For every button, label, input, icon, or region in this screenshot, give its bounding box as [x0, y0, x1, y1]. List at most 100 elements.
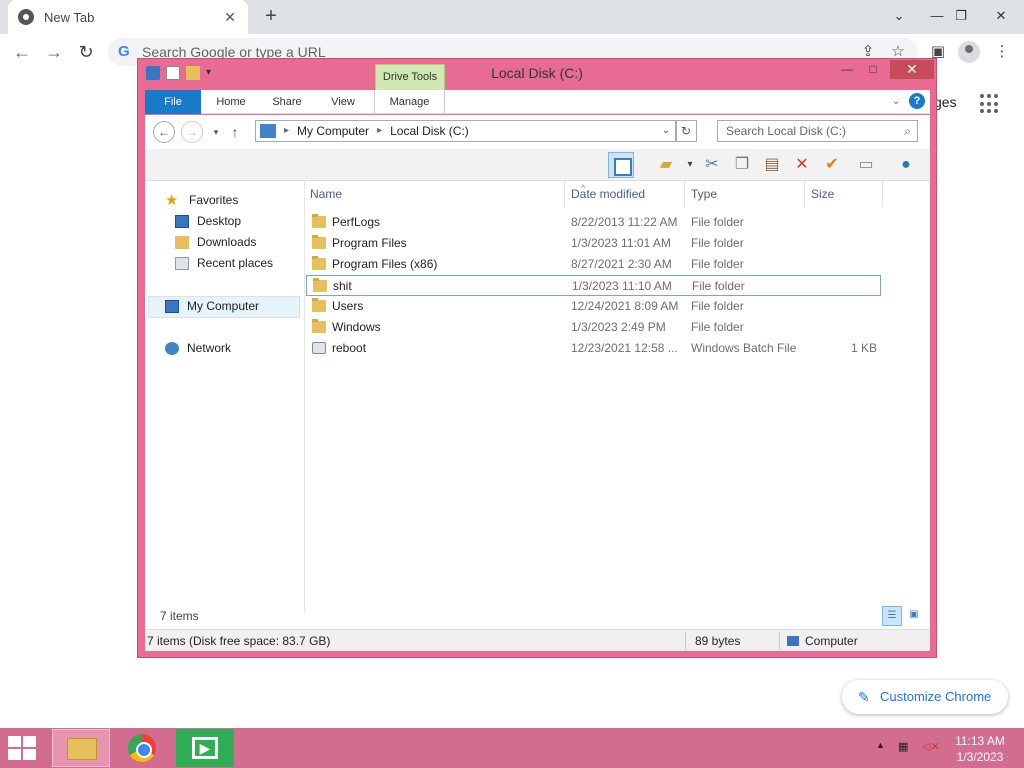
large-icons-view-icon[interactable]: ▣: [904, 606, 924, 626]
status-location-label: Computer: [805, 634, 858, 648]
file-row-reboot[interactable]: reboot 12/23/2021 12:58 ... Windows Batc…: [306, 338, 881, 359]
ntp-images-link[interactable]: ges: [934, 94, 957, 110]
nav-item-favorites[interactable]: ★ Favorites: [165, 191, 238, 209]
nav-label: Recent places: [197, 256, 274, 270]
tab-search-chevron-icon[interactable]: ⌄: [882, 2, 916, 30]
preview-pane-icon[interactable]: [608, 152, 634, 178]
search-input[interactable]: Search Local Disk (C:) ⌕: [717, 120, 918, 142]
cut-scissors-icon[interactable]: ✂: [699, 152, 725, 178]
expand-ribbon-chevron-icon[interactable]: ⌄: [889, 93, 903, 111]
tab-title: New Tab: [44, 9, 95, 25]
help-icon[interactable]: ?: [909, 93, 925, 109]
taskbar-file-explorer[interactable]: [52, 729, 110, 767]
reload-icon[interactable]: ↻: [74, 40, 98, 64]
up-arrow-icon[interactable]: ↑: [227, 123, 243, 141]
network-tray-icon[interactable]: ▦: [898, 740, 908, 753]
new-folder-icon[interactable]: [186, 66, 200, 80]
tab-home[interactable]: Home: [207, 90, 255, 114]
properties-icon[interactable]: [166, 66, 180, 80]
ribbon-tabs: File Home Share View Manage ⌄ ?: [145, 90, 930, 114]
computer-icon: [260, 124, 276, 138]
navigation-pane: ★ Favorites Desktop Downloads Recent pla…: [145, 181, 305, 613]
column-header-type[interactable]: Type: [687, 181, 805, 207]
tab-view[interactable]: View: [319, 90, 367, 114]
address-dropdown-icon[interactable]: ⌄: [658, 121, 674, 141]
file-name: Windows: [332, 320, 381, 334]
tray-expand-icon[interactable]: ▲: [876, 740, 885, 750]
breadcrumb-separator-icon[interactable]: ▸: [284, 121, 289, 141]
explorer-maximize-button[interactable]: □: [860, 62, 886, 80]
file-row-windows[interactable]: Windows 1/3/2023 2:49 PM File folder: [306, 317, 881, 338]
forward-button[interactable]: →: [181, 121, 203, 143]
windows-start-icon[interactable]: [8, 736, 38, 760]
nav-item-network[interactable]: Network: [165, 339, 231, 357]
customize-chrome-button[interactable]: ✎ Customize Chrome: [842, 680, 1008, 714]
file-name: PerfLogs: [332, 215, 381, 229]
nav-item-my-computer[interactable]: My Computer: [165, 297, 259, 315]
chrome-tab-new-tab[interactable]: New Tab ✕: [8, 0, 248, 34]
nav-label: Desktop: [197, 214, 242, 228]
globe-icon[interactable]: ●: [893, 152, 919, 178]
properties-folder-icon[interactable]: ▰: [653, 152, 679, 178]
browser-restore-button[interactable]: ❐: [944, 2, 978, 30]
desktop-icon: [175, 214, 189, 228]
forward-arrow-icon[interactable]: →: [42, 40, 66, 64]
back-button[interactable]: ←: [153, 121, 175, 143]
tab-close-icon[interactable]: ✕: [222, 9, 238, 26]
refresh-button[interactable]: ↻: [675, 120, 697, 142]
details-view-icon[interactable]: ☰: [882, 606, 902, 626]
file-size: 1 KB: [850, 341, 877, 355]
tab-share[interactable]: Share: [263, 90, 311, 114]
chrome-tab-strip: New Tab ✕ + ⌄ — ❐ ✕: [0, 0, 1024, 34]
google-apps-icon[interactable]: [980, 94, 1000, 114]
column-header-date-modified[interactable]: Date modified: [567, 181, 685, 207]
column-header-name[interactable]: ^ Name: [306, 181, 585, 207]
delete-x-icon[interactable]: ✕: [789, 152, 815, 178]
file-row-users[interactable]: Users 12/24/2021 8:09 AM File folder: [306, 296, 881, 317]
tab-file[interactable]: File: [145, 90, 201, 114]
explorer-title-bar[interactable]: ▾ Drive Tools Local Disk (C:) — □ ✕: [138, 59, 936, 90]
breadcrumb-separator-icon[interactable]: ▸: [377, 121, 382, 141]
taskbar-clock[interactable]: 11:13 AM 1/3/2023: [948, 733, 1012, 765]
explorer-app-icon: [146, 66, 160, 80]
file-row-shit[interactable]: shit 1/3/2023 11:10 AM File folder: [306, 275, 881, 296]
file-name: Program Files: [332, 236, 407, 250]
nav-label: Network: [187, 341, 232, 355]
address-bar[interactable]: ▸ My Computer ▸ Local Disk (C:) ⌄: [255, 120, 677, 142]
file-row-perflogs[interactable]: PerfLogs 8/22/2013 11:22 AM File folder: [306, 212, 881, 233]
column-label: Date modified: [571, 187, 646, 201]
recent-locations-dropdown-icon[interactable]: ▾: [208, 123, 224, 141]
nav-item-downloads[interactable]: Downloads: [175, 233, 256, 251]
checkmark-icon[interactable]: ✔: [819, 152, 845, 178]
explorer-minimize-button[interactable]: —: [834, 62, 860, 80]
explorer-close-button[interactable]: ✕: [890, 60, 934, 79]
breadcrumb-my-computer[interactable]: My Computer: [297, 121, 369, 141]
column-header-size[interactable]: Size: [807, 181, 883, 207]
folder-icon: [312, 235, 326, 249]
file-date: 8/27/2021 2:30 AM: [571, 257, 672, 271]
file-row-program-files[interactable]: Program Files 1/3/2023 11:01 AM File fol…: [306, 233, 881, 254]
file-explorer-window: ▾ Drive Tools Local Disk (C:) — □ ✕ File…: [137, 58, 937, 658]
taskbar-vm-app[interactable]: ▶: [176, 729, 234, 767]
file-date: 1/3/2023 11:01 AM: [571, 236, 671, 250]
tab-manage[interactable]: Manage: [374, 90, 445, 114]
browser-close-button[interactable]: ✕: [984, 2, 1018, 30]
paste-clipboard-icon[interactable]: ▤: [759, 152, 785, 178]
chrome-menu-icon[interactable]: ⋮: [990, 40, 1014, 64]
breadcrumb-local-disk[interactable]: Local Disk (C:): [390, 121, 469, 141]
computer-icon: [165, 299, 179, 313]
rename-icon[interactable]: ▭: [853, 152, 879, 178]
chrome-icon: [128, 734, 156, 762]
qat-dropdown-icon[interactable]: ▾: [206, 66, 216, 80]
profile-avatar-icon[interactable]: [958, 41, 980, 63]
new-tab-button[interactable]: +: [260, 5, 282, 27]
nav-item-recent-places[interactable]: Recent places: [175, 254, 273, 272]
column-label: Name: [310, 187, 343, 201]
nav-item-desktop[interactable]: Desktop: [175, 212, 241, 230]
recent-places-icon: [175, 256, 189, 270]
volume-muted-icon[interactable]: ◁✕: [922, 740, 940, 753]
copy-icon[interactable]: ❐: [729, 152, 755, 178]
back-arrow-icon[interactable]: ←: [10, 40, 34, 64]
file-row-program-files-x86[interactable]: Program Files (x86) 8/27/2021 2:30 AM Fi…: [306, 254, 881, 275]
taskbar-chrome[interactable]: [114, 729, 172, 767]
